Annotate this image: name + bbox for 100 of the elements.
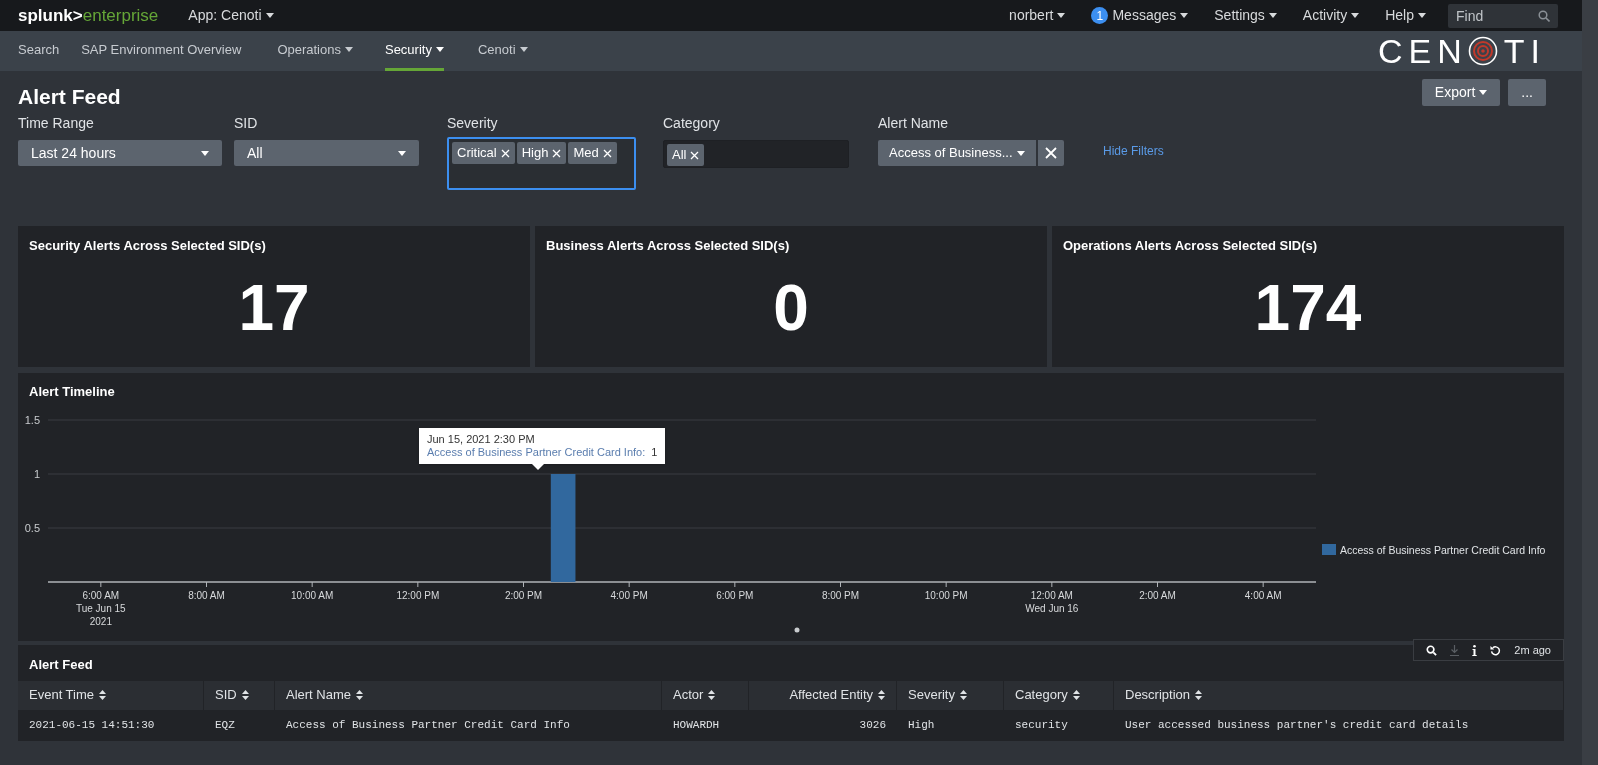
- filter-label: Alert Name: [878, 114, 950, 133]
- caret-icon: [1418, 13, 1426, 18]
- x-tick-label: 2:00 PM: [504, 590, 543, 601]
- column-header[interactable]: Event Time: [18, 680, 204, 710]
- nav-tab[interactable]: Cenoti: [477, 31, 528, 71]
- legend-label[interactable]: Access of Business Partner Credit Card Info: [1340, 544, 1546, 556]
- caret-icon: [1057, 13, 1066, 18]
- column-header[interactable]: Alert Name: [275, 680, 662, 710]
- filter-dropdown[interactable]: All: [234, 140, 419, 166]
- column-header[interactable]: Severity: [897, 680, 1004, 710]
- filter-token[interactable]: All: [667, 144, 705, 166]
- clear-button[interactable]: [1037, 140, 1064, 166]
- info-icon[interactable]: [1472, 644, 1478, 656]
- caret-icon: [1016, 150, 1025, 156]
- panel-title: Business Alerts Across Selected SID(s): [546, 237, 791, 255]
- column-header[interactable]: Category: [1004, 680, 1114, 710]
- y-tick-label: 1: [33, 468, 40, 480]
- nav-tab[interactable]: Search: [18, 31, 60, 71]
- stat-value: 0: [772, 270, 810, 346]
- toolbar-button[interactable]: Export: [1421, 79, 1501, 106]
- hide-filters-link[interactable]: Hide Filters: [1103, 142, 1164, 190]
- column-header[interactable]: Description: [1114, 680, 1564, 710]
- filter-dropdown[interactable]: Last 24 hours: [18, 140, 222, 166]
- stat-value: 174: [1253, 270, 1363, 346]
- tooltip-time: Jun 15, 2021 2:30 PM: [427, 433, 536, 446]
- tooltip-series: Access of Business Partner Credit Card Info:: [427, 446, 646, 459]
- y-tick-label: 1.5: [24, 414, 40, 426]
- top-menu[interactable]: 1 Messages: [1091, 5, 1189, 26]
- scrollbar[interactable]: [1582, 0, 1598, 765]
- legend-swatch: [1322, 544, 1336, 555]
- top-menu[interactable]: Help: [1385, 5, 1426, 26]
- search-icon[interactable]: [1426, 644, 1438, 656]
- panel-title: Operations Alerts Across Selected SID(s): [1063, 237, 1319, 255]
- filter-token[interactable]: Med: [568, 142, 617, 164]
- table-cell-text: security: [1014, 717, 1069, 733]
- x-tick-label: 6:00 AM Tue Jun 15 2021: [76, 590, 126, 627]
- table-cell-text: EQZ: [214, 717, 236, 733]
- multiselect-field[interactable]: All: [663, 140, 849, 168]
- stat-value: 17: [237, 270, 311, 346]
- y-tick-label: 0.5: [24, 522, 40, 534]
- sort-icon: [99, 690, 107, 700]
- message-count-badge: 1: [1091, 7, 1109, 24]
- x-tick-label: 12:00 PM: [396, 590, 440, 601]
- table-cell-text: HOWARDH: [672, 717, 721, 733]
- table-cell-text: Access of Business Partner Credit Card Info: [285, 717, 571, 733]
- table-cell-text: User accessed business partner's credit card details: [1124, 717, 1470, 733]
- find-field[interactable]: Find: [1448, 3, 1558, 28]
- caret-icon: [201, 150, 209, 156]
- logo-text: CEN: [1378, 30, 1468, 72]
- top-menu[interactable]: Activity: [1302, 5, 1360, 26]
- close-icon[interactable]: [690, 150, 700, 160]
- x-tick-label: 10:00 PM: [924, 590, 968, 601]
- caret-icon: [1268, 13, 1277, 18]
- x-tick-label: 2:00 AM: [1139, 590, 1176, 601]
- nav-tab[interactable]: SAP Environment Overview: [81, 31, 242, 71]
- multiselect-field[interactable]: Critical High Med: [447, 137, 636, 190]
- column-header[interactable]: Actor: [662, 680, 749, 710]
- toolbar-button[interactable]: ...: [1508, 79, 1546, 106]
- filter-dropdown[interactable]: Access of Business...: [878, 140, 1036, 166]
- tooltip-value: 1: [651, 446, 658, 459]
- filter-token[interactable]: Critical: [452, 142, 515, 164]
- caret-icon: [265, 13, 274, 18]
- sort-icon: [356, 690, 364, 700]
- close-icon: [1044, 147, 1057, 159]
- x-tick-label: 8:00 AM: [188, 590, 225, 601]
- x-tick-label: 4:00 AM: [1244, 590, 1282, 601]
- filter-label: Category: [663, 114, 721, 133]
- brand-logo[interactable]: splunk>: [18, 2, 83, 29]
- column-header[interactable]: SID: [204, 680, 275, 710]
- x-tick-label: 10:00 AM: [291, 590, 334, 601]
- panel-title: Alert Timeline: [29, 383, 115, 401]
- nav-tab[interactable]: Security: [384, 31, 444, 71]
- caret-icon: [1351, 13, 1360, 18]
- page-title: Alert Feed: [18, 84, 121, 110]
- x-tick-label: 4:00 PM: [610, 590, 648, 601]
- column-header[interactable]: Affected Entity: [749, 680, 897, 710]
- product-name[interactable]: enterprise: [82, 2, 159, 29]
- caret-icon: [398, 150, 406, 156]
- table-cell-text: High: [907, 717, 936, 733]
- panel-title: Alert Feed: [29, 656, 93, 674]
- search-icon: [1538, 9, 1550, 22]
- filter-label: Severity: [447, 114, 499, 133]
- x-tick-label: 12:00 AM Wed Jun 16: [1025, 590, 1079, 614]
- pager-dot[interactable]: [794, 627, 800, 633]
- top-menu[interactable]: norbert: [1009, 5, 1066, 26]
- filter-label: SID: [234, 114, 259, 133]
- panel-title: Security Alerts Across Selected SID(s): [29, 237, 267, 255]
- top-menu[interactable]: Settings: [1214, 5, 1277, 26]
- close-icon[interactable]: [552, 148, 562, 158]
- close-icon[interactable]: [602, 148, 612, 158]
- table-cell-text: 2021-06-15 14:51:30: [28, 717, 156, 733]
- filter-token[interactable]: High: [516, 142, 567, 164]
- close-icon[interactable]: [500, 148, 510, 158]
- nav-tab[interactable]: Operations: [277, 31, 353, 71]
- spiral-logo-icon: [1467, 36, 1498, 66]
- sort-icon: [708, 690, 716, 700]
- sort-icon: [241, 690, 249, 700]
- table-cell-text: 3026: [858, 717, 887, 733]
- sort-icon: [959, 690, 967, 700]
- app-menu[interactable]: App: Cenoti: [188, 5, 274, 26]
